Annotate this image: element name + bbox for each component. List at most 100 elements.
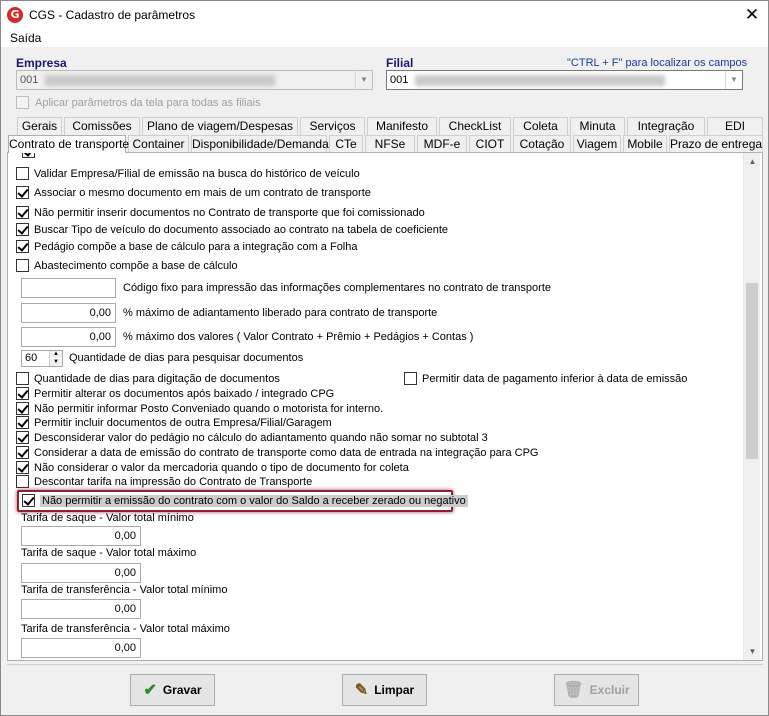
tarifa-transf-max-input[interactable]: 0,00	[21, 638, 141, 658]
empresa-select[interactable]: 001 ▼	[16, 70, 373, 90]
empresa-value: 001	[20, 74, 39, 86]
dias-value: 60	[25, 352, 38, 364]
option-row[interactable]: Validar Empresa/Filial de emissão na bus…	[16, 166, 360, 181]
option-row[interactable]: Permitir alterar os documentos após baix…	[16, 386, 334, 401]
dias-stepper[interactable]: 60 ▲ ▼	[21, 350, 63, 367]
chevron-down-icon: ▼	[725, 71, 742, 89]
apply-all-option[interactable]: Aplicar parâmetros da tela para todas as…	[16, 96, 261, 109]
main-window: G CGS - Cadastro de parâmetros ✕ Saída E…	[0, 0, 769, 716]
filial-name-redacted	[415, 75, 665, 86]
divider	[7, 664, 763, 665]
codigo-fixo-input[interactable]	[21, 278, 116, 298]
option-row[interactable]: Pedágio compõe a base de cálculo para a …	[16, 239, 358, 254]
option-row[interactable]: Descontar tarifa na impressão do Contrat…	[16, 474, 312, 489]
tarifa-transf-min-input[interactable]: 0,00	[21, 599, 141, 619]
excluir-label: Excluir	[589, 683, 630, 697]
tab-coleta[interactable]: Coleta	[513, 117, 568, 135]
tab-contrato-transporte[interactable]: Contrato de transporte	[8, 135, 129, 153]
stepper-up-icon[interactable]: ▲	[49, 351, 62, 358]
tarifa-saque-max-input[interactable]: 0,00	[21, 563, 141, 583]
tab-disponibilidade[interactable]: Disponibilidade/Demanda	[191, 135, 329, 153]
option-row[interactable]: Quantidade de dias para digitação de doc…	[16, 371, 280, 386]
tarifa-saque-min-input[interactable]: 0,00	[21, 526, 141, 546]
tab-mdfe[interactable]: MDF-e	[417, 135, 467, 153]
dias-label: Quantidade de dias para pesquisar docume…	[69, 352, 304, 364]
option-label: Permitir alterar os documentos após baix…	[34, 387, 335, 400]
checkbox[interactable]	[16, 240, 29, 253]
tab-cte[interactable]: CTe	[329, 135, 363, 153]
excluir-button[interactable]: 🗑 Excluir	[554, 674, 639, 706]
gravar-button[interactable]: ✔ Gravar	[130, 674, 215, 706]
checkbox[interactable]	[16, 186, 29, 199]
tab-prazo-entrega[interactable]: Prazo de entrega	[669, 135, 763, 153]
close-icon[interactable]: ✕	[739, 3, 765, 27]
option-label: Validar Empresa/Filial de emissão na bus…	[34, 167, 360, 180]
menu-saida[interactable]: Saída	[10, 31, 41, 45]
check-icon: ✔	[143, 682, 157, 699]
checkbox[interactable]	[16, 372, 29, 385]
option-label: Não considerar o valor da mercadoria qua…	[34, 461, 409, 474]
checkbox[interactable]	[16, 446, 29, 459]
tab-ciot[interactable]: CIOT	[469, 135, 511, 153]
option-row[interactable]: Abastecimento compõe a base de cálculo	[16, 258, 238, 273]
option-row[interactable]: Associar o mesmo documento em mais de um…	[16, 185, 371, 200]
option-row[interactable]: Não considerar o valor da mercadoria qua…	[16, 460, 409, 475]
tab-integracao[interactable]: Integração	[627, 117, 705, 135]
checkbox[interactable]	[16, 259, 29, 272]
option-row[interactable]: Permitir data de pagamento inferior à da…	[404, 371, 687, 386]
tab-gerais[interactable]: Gerais	[17, 117, 62, 135]
checkbox[interactable]	[16, 475, 29, 488]
tab-cotacao[interactable]: Cotação	[513, 135, 571, 153]
tab-checklist[interactable]: CheckList	[439, 117, 511, 135]
option-label: Descontar tarifa na impressão do Contrat…	[34, 475, 313, 488]
title-bar: G CGS - Cadastro de parâmetros ✕	[1, 1, 768, 29]
option-row-highlighted[interactable]: Não permitir a emissão do contrato com o…	[22, 493, 468, 508]
checkbox[interactable]	[404, 372, 417, 385]
checkbox[interactable]	[16, 461, 29, 474]
option-row[interactable]: Permitir incluir documentos de outra Emp…	[16, 415, 332, 430]
pct-valores-input[interactable]: 0,00	[21, 327, 116, 347]
checkbox[interactable]	[16, 167, 29, 180]
checkbox[interactable]	[16, 387, 29, 400]
scroll-down-icon[interactable]: ▼	[744, 643, 761, 660]
checkbox[interactable]	[16, 416, 29, 429]
tab-manifesto[interactable]: Manifesto	[367, 117, 437, 135]
tab-minuta[interactable]: Minuta	[570, 117, 625, 135]
tab-plano-viagem[interactable]: Plano de viagem/Despesas	[142, 117, 298, 135]
pct-valores-label: % máximo dos valores ( Valor Contrato + …	[123, 331, 474, 343]
option-row[interactable]: Não permitir inserir documentos no Contr…	[16, 205, 425, 220]
pct-adiantamento-label: % máximo de adiantamento liberado para c…	[123, 307, 438, 319]
tab-comissoes[interactable]: Comissões	[64, 117, 140, 135]
option-label: Desconsiderar valor do pedágio no cálcul…	[34, 431, 488, 444]
empresa-label: Empresa	[16, 56, 67, 70]
tab-nfse[interactable]: NFSe	[365, 135, 415, 153]
option-row[interactable]: Desconsiderar valor do pedágio no cálcul…	[16, 430, 488, 445]
tab-servicos[interactable]: Serviços	[300, 117, 365, 135]
scroll-up-icon[interactable]: ▲	[744, 153, 761, 170]
checkbox[interactable]	[22, 494, 35, 507]
tab-viagem[interactable]: Viagem	[573, 135, 621, 153]
option-label: Não permitir informar Posto Conveniado q…	[34, 402, 384, 415]
broom-icon: ✎	[354, 682, 369, 699]
option-row[interactable]: Não permitir informar Posto Conveniado q…	[16, 401, 383, 416]
pct-adiantamento-input[interactable]: 0,00	[21, 303, 116, 323]
vertical-scrollbar[interactable]: ▲ ▼	[743, 153, 760, 660]
filial-value: 001	[390, 74, 409, 86]
option-label: Pedágio compõe a base de cálculo para a …	[34, 240, 358, 253]
apply-all-checkbox[interactable]	[16, 96, 29, 109]
limpar-button[interactable]: ✎ Limpar	[342, 674, 427, 706]
tab-edi[interactable]: EDI	[707, 117, 763, 135]
checkbox[interactable]	[16, 431, 29, 444]
checkbox[interactable]	[16, 402, 29, 415]
checkbox[interactable]	[16, 223, 29, 236]
scroll-thumb[interactable]	[746, 283, 758, 459]
filial-select[interactable]: 001 ▼	[386, 70, 743, 90]
tab-mobile[interactable]: Mobile	[623, 135, 667, 153]
option-label: Permitir incluir documentos de outra Emp…	[34, 416, 332, 429]
tab-container[interactable]: Container	[128, 135, 189, 153]
option-row[interactable]: Considerar a data de emissão do contrato…	[16, 445, 538, 460]
stepper-down-icon[interactable]: ▼	[49, 359, 62, 366]
option-row[interactable]: Buscar Tipo de veículo do documento asso…	[16, 222, 448, 237]
option-label: Considerar a data de emissão do contrato…	[34, 446, 539, 459]
checkbox[interactable]	[16, 206, 29, 219]
